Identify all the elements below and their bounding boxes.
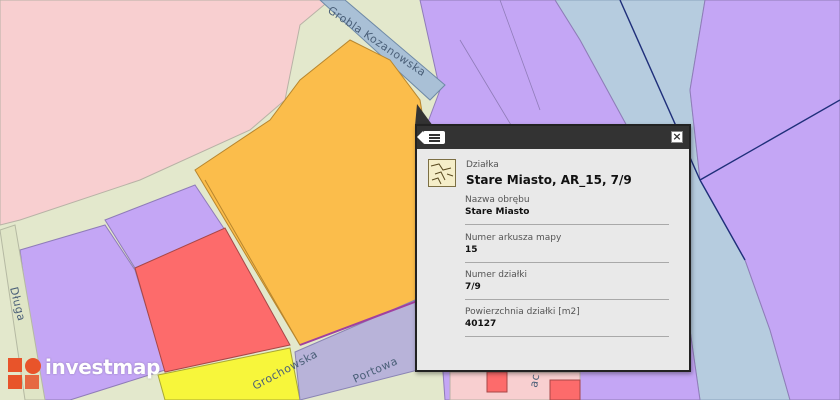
field-label: Powierzchnia działki [m2]	[465, 307, 580, 317]
parcel-map-icon	[428, 159, 456, 187]
investmap-logo-icon	[8, 358, 41, 389]
layer-type: Działka	[466, 160, 499, 170]
field-value: 7/9	[465, 282, 481, 292]
brand-logo-text: investmap	[45, 355, 161, 379]
field-powierzchnia: Powierzchnia działki [m2] 40127	[465, 306, 669, 337]
street-label: ac	[527, 373, 542, 389]
popup-header: Działka Stare Miasto, AR_15, 7/9	[417, 149, 689, 191]
popup-pointer	[415, 104, 433, 126]
field-label: Nazwa obrębu	[465, 195, 530, 205]
field-value: 40127	[465, 319, 497, 329]
building	[549, 379, 581, 400]
field-obreb: Nazwa obrębu Stare Miasto	[465, 194, 669, 225]
field-numer-dzialki: Numer działki 7/9	[465, 269, 669, 300]
list-icon[interactable]	[417, 131, 445, 144]
close-icon[interactable]: ×	[671, 131, 683, 143]
parcel-title: Stare Miasto, AR_15, 7/9	[466, 173, 632, 187]
field-value: 15	[465, 245, 478, 255]
building	[486, 371, 508, 393]
popup-toolbar: ×	[417, 126, 689, 149]
field-arkusz: Numer arkusza mapy 15	[465, 232, 669, 263]
field-value: Stare Miasto	[465, 207, 530, 217]
field-label: Numer działki	[465, 270, 528, 280]
field-label: Numer arkusza mapy	[465, 233, 562, 243]
info-popup: × Działka Stare Miasto, AR_15, 7/9 Nazwa…	[415, 124, 691, 372]
